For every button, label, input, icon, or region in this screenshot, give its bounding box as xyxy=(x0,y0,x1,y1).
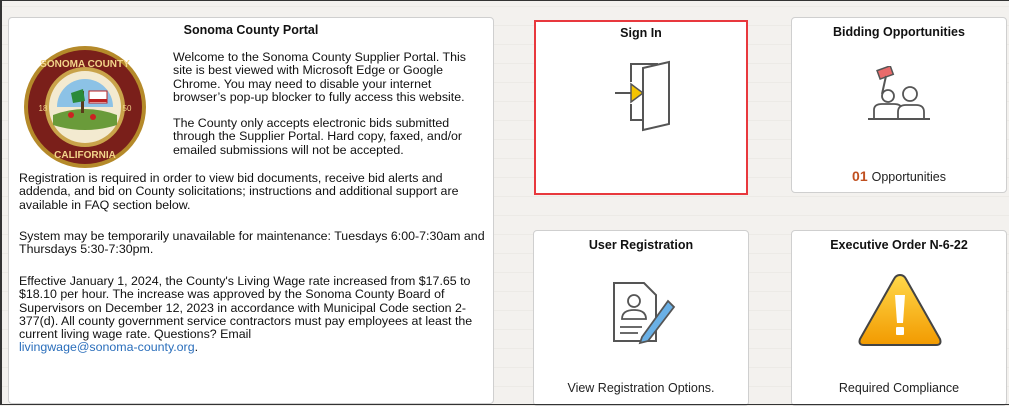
view-registration-options-link[interactable]: View Registration Options. xyxy=(534,381,748,395)
sign-in-title: Sign In xyxy=(620,26,662,40)
sign-in-door-icon xyxy=(613,60,675,140)
living-wage-text: Effective January 1, 2024, the County's … xyxy=(19,274,473,342)
executive-order-title: Executive Order N-6-22 xyxy=(830,238,968,252)
opportunities-number: 01 xyxy=(852,168,868,184)
seal-right-year: 50 xyxy=(123,104,132,113)
seal-top-text: SONOMA COUNTY xyxy=(40,59,130,70)
sign-in-tile[interactable]: Sign In xyxy=(534,20,748,195)
maintenance-paragraph: System may be temporarily unavailable fo… xyxy=(19,229,485,257)
required-compliance-label: Required Compliance xyxy=(838,381,960,395)
portal-info-tile: Sonoma County Portal SONOMA COUNTY CALIF… xyxy=(8,17,494,404)
seal-left-year: 18 xyxy=(39,104,48,113)
county-seal-logo: SONOMA COUNTY CALIFORNIA 18 50 xyxy=(23,45,147,169)
email-suffix: . xyxy=(194,340,199,355)
living-wage-email-link[interactable]: livingwage@sonoma-county.org xyxy=(19,340,195,354)
living-wage-paragraph: Effective January 1, 2024, the County's … xyxy=(19,274,487,355)
portal-title: Sonoma County Portal xyxy=(183,23,319,37)
welcome-text: Welcome to the Sonoma County Supplier Po… xyxy=(173,50,485,170)
executive-order-tile[interactable]: Executive Order N-6-22 Required Complian… xyxy=(791,230,1007,406)
registration-form-icon xyxy=(610,279,678,345)
registration-paragraph: Registration is required in order to vie… xyxy=(19,171,459,212)
user-registration-tile[interactable]: User Registration View Registration Opti… xyxy=(533,230,749,406)
auction-bidders-icon xyxy=(864,66,934,124)
warning-icon xyxy=(856,271,944,349)
bidding-title: Bidding Opportunities xyxy=(833,25,965,39)
welcome-paragraph-1: Welcome to the Sonoma County Supplier Po… xyxy=(173,50,466,104)
seal-bottom-text: CALIFORNIA xyxy=(54,150,116,161)
bidding-opportunities-tile[interactable]: Bidding Opportunities 01 Opportunities xyxy=(791,17,1007,193)
opportunities-count: 01 Opportunities xyxy=(792,168,1006,184)
opportunities-label: Opportunities xyxy=(871,170,946,184)
welcome-paragraph-2: The County only accepts electronic bids … xyxy=(173,116,463,157)
user-registration-title: User Registration xyxy=(588,238,694,252)
